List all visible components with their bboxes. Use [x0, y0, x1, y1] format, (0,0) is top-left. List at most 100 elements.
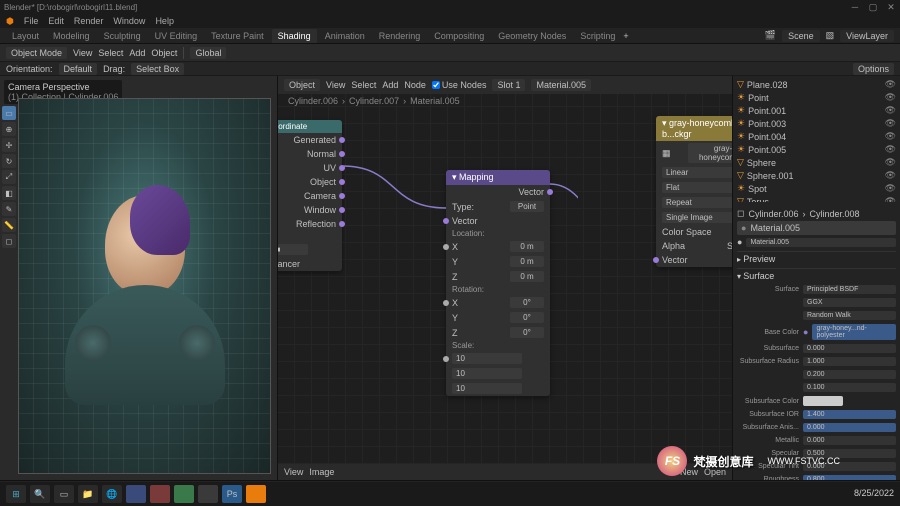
alpha-row[interactable]: AlphaStraight [656, 239, 732, 253]
surface-section[interactable]: ▾ Surface [737, 268, 896, 283]
vp-menu-select[interactable]: Select [98, 48, 123, 58]
source-dropdown[interactable]: Single Image [656, 210, 732, 225]
search-icon[interactable]: 🔍 [30, 485, 50, 503]
out-camera[interactable]: Camera [278, 189, 342, 203]
tab-sculpting[interactable]: Sculpting [98, 29, 147, 43]
menu-render[interactable]: Render [74, 16, 104, 26]
viewport-render[interactable] [18, 98, 271, 474]
drag-value[interactable]: Select Box [131, 63, 184, 75]
node-menu-add[interactable]: Add [382, 80, 398, 90]
subaniso-value[interactable]: 0.000 [803, 423, 896, 432]
subior-value[interactable]: 1.400 [803, 410, 896, 419]
explorer-icon[interactable]: 📁 [78, 485, 98, 503]
crumb-mat[interactable]: Material.005 [410, 96, 460, 106]
footer-image[interactable]: Image [309, 467, 334, 477]
outliner[interactable]: ▽Plane.028👁 ☀Point👁 ☀Point.001👁 ☀Point.0… [733, 76, 900, 202]
visibility-icon[interactable]: 👁 [885, 118, 896, 129]
node-header-texcoord[interactable]: xture Coordinate [278, 120, 342, 133]
rotate-tool[interactable]: ↻ [2, 154, 16, 168]
colorspace-row[interactable]: Color SpacesRGB [656, 225, 732, 239]
blender-taskbar-icon[interactable] [246, 485, 266, 503]
menu-window[interactable]: Window [113, 16, 145, 26]
interp-dropdown[interactable]: Linear [656, 165, 732, 180]
active-object[interactable]: ◻Cylinder.006 › Cylinder.008 [737, 206, 896, 221]
cursor-tool[interactable]: ⊕ [2, 122, 16, 136]
vp-menu-add[interactable]: Add [129, 48, 145, 58]
out-uv[interactable]: UV [278, 161, 342, 175]
mode-dropdown[interactable]: Object Mode [6, 47, 67, 59]
browser-icon[interactable]: 🌐 [102, 485, 122, 503]
from-instancer[interactable]: om Instancer [278, 257, 342, 271]
type-row[interactable]: Type:Point [446, 199, 550, 214]
shader-node-editor[interactable]: Object View Select Add Node Use Nodes Sl… [278, 76, 732, 480]
out-generated[interactable]: Generated [278, 133, 342, 147]
rot-z[interactable]: Z0° [446, 325, 550, 340]
tab-modeling[interactable]: Modeling [47, 29, 96, 43]
start-button[interactable]: ⊞ [6, 485, 26, 503]
footer-view[interactable]: View [284, 467, 303, 477]
node-texture-coordinate[interactable]: xture Coordinate Generated Normal UV Obj… [278, 120, 342, 271]
object-picker[interactable]: ■ [278, 242, 342, 257]
tab-geometry-nodes[interactable]: Geometry Nodes [492, 29, 572, 43]
subradius-3[interactable]: 0.100 [803, 383, 896, 392]
node-header-mapping[interactable]: ▾ Mapping [446, 170, 550, 185]
system-clock[interactable]: 8/25/2022 [854, 489, 894, 499]
annotate-tool[interactable]: ✎ [2, 202, 16, 216]
list-item[interactable]: ▽Sphere.001👁 [735, 169, 898, 182]
out-window[interactable]: Window [278, 203, 342, 217]
use-nodes-checkbox[interactable]: Use Nodes [432, 80, 487, 90]
transform-tool[interactable]: ◧ [2, 186, 16, 200]
tab-scripting[interactable]: Scripting [574, 29, 621, 43]
surface-value[interactable]: Principled BSDF [803, 285, 896, 294]
list-item[interactable]: ☀Point👁 [735, 91, 898, 104]
options-dropdown[interactable]: Options [853, 63, 894, 75]
tab-compositing[interactable]: Compositing [428, 29, 490, 43]
subcolor-swatch[interactable] [803, 396, 843, 406]
3d-viewport[interactable]: ▭ ⊕ ✢ ↻ ⤢ ◧ ✎ 📏 ◻ Camera Perspective (1)… [0, 76, 278, 480]
app-icon[interactable] [126, 485, 146, 503]
close-button[interactable]: ✕ [886, 2, 896, 12]
rot-x[interactable]: X0° [446, 295, 550, 310]
measure-tool[interactable]: 📏 [2, 218, 16, 232]
out-normal[interactable]: Normal [278, 147, 342, 161]
metallic-value[interactable]: 0.000 [803, 436, 896, 445]
list-item[interactable]: ☀Point.001👁 [735, 104, 898, 117]
rot-y[interactable]: Y0° [446, 310, 550, 325]
subradius-1[interactable]: 1.000 [803, 357, 896, 366]
node-mapping[interactable]: ▾ Mapping Vector Type:Point Vector Locat… [446, 170, 550, 396]
visibility-icon[interactable]: 👁 [885, 105, 896, 116]
scl-x[interactable]: 10 [446, 351, 550, 366]
maximize-button[interactable]: ▢ [868, 2, 878, 12]
tab-animation[interactable]: Animation [319, 29, 371, 43]
collapse-icon[interactable]: ▾ [452, 172, 459, 182]
move-tool[interactable]: ✢ [2, 138, 16, 152]
visibility-icon[interactable]: 👁 [885, 144, 896, 155]
loc-z[interactable]: Z0 m [446, 269, 550, 284]
viewlayer-selector[interactable]: ViewLayer [840, 30, 894, 42]
scl-y[interactable]: 10 [446, 366, 550, 381]
loc-x[interactable]: X0 m [446, 239, 550, 254]
node-menu-node[interactable]: Node [404, 80, 426, 90]
vp-menu-object[interactable]: Object [151, 48, 177, 58]
visibility-icon[interactable]: 👁 [885, 131, 896, 142]
material-dropdown[interactable]: Material.005 [531, 79, 591, 91]
orientation-value[interactable]: Default [59, 63, 98, 75]
app-icon[interactable] [174, 485, 194, 503]
list-item[interactable]: ▽Sphere👁 [735, 156, 898, 169]
visibility-icon[interactable]: 👁 [885, 170, 896, 181]
scl-z[interactable]: 10 [446, 381, 550, 396]
list-item[interactable]: ▽Torus👁 [735, 195, 898, 202]
task-view-icon[interactable]: ▭ [54, 485, 74, 503]
slot-dropdown[interactable]: Slot 1 [492, 79, 525, 91]
material-datablock[interactable]: ●Material.005 [737, 235, 896, 249]
app-icon[interactable] [150, 485, 170, 503]
subsurface-value[interactable]: 0.000 [803, 344, 896, 353]
add-workspace-button[interactable]: + [623, 31, 628, 41]
select-tool[interactable]: ▭ [2, 106, 16, 120]
extension-dropdown[interactable]: Repeat [656, 195, 732, 210]
projection-dropdown[interactable]: Flat [656, 180, 732, 195]
tab-layout[interactable]: Layout [6, 29, 45, 43]
app-icon[interactable]: Ps [222, 485, 242, 503]
collapse-icon[interactable]: ▾ [662, 118, 669, 128]
material-slot[interactable]: ●Material.005 [737, 221, 896, 235]
